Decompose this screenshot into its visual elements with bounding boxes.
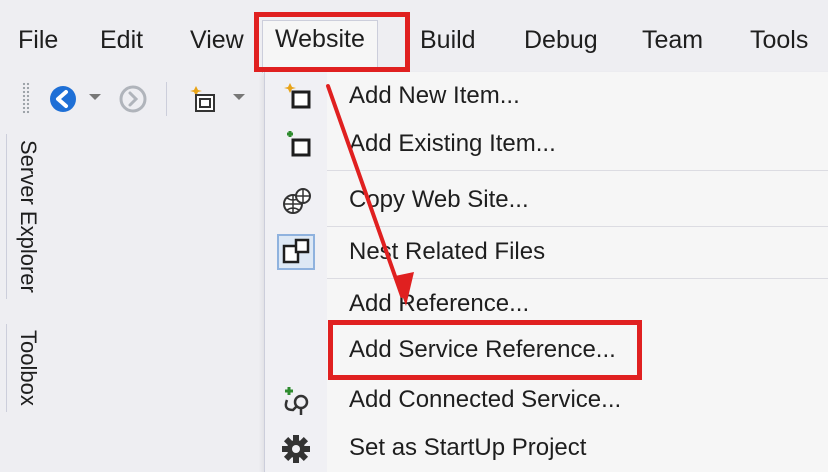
menu-separator [327,278,828,279]
menu-item-nest-related-files[interactable]: Nest Related Files [265,228,828,276]
new-item-icon[interactable] [186,82,220,116]
menu-build[interactable]: Build [420,22,476,58]
menu-item-label: Add Existing Item... [349,130,556,157]
side-tool-tabs: Server Explorer Toolbox [0,124,50,469]
menu-tools[interactable]: Tools [750,22,808,58]
menu-view[interactable]: View [190,22,244,58]
dropdown-arrow-icon[interactable] [232,90,246,104]
menu-item-label: Add New Item... [349,82,520,109]
menu-website[interactable]: Website [262,20,378,73]
toolbar [0,76,262,120]
menu-item-copy-web-site[interactable]: Copy Web Site... [265,176,828,224]
menu-item-set-as-startup-project[interactable]: Set as StartUp Project [265,424,828,472]
menu-item-add-new-item[interactable]: Add New Item... [265,72,828,120]
menu-file[interactable]: File [18,22,58,58]
menu-item-label: Copy Web Site... [349,186,529,213]
website-dropdown-menu: Add New Item... Add Existing Item... Cop… [264,72,828,472]
menu-bar: File Edit View Website Build Debug Team … [0,0,828,76]
toolbar-separator [166,82,167,116]
menu-item-label: Add Connected Service... [349,386,622,413]
menu-item-label: Add Service Reference... [349,336,616,363]
copy-web-site-icon [283,188,311,214]
nest-related-files-icon [277,234,315,270]
dropdown-arrow-icon[interactable] [88,90,102,104]
menu-item-add-connected-service[interactable]: Add Connected Service... [265,376,828,424]
menu-item-label: Set as StartUp Project [349,434,587,461]
add-new-item-icon [284,83,311,109]
menu-separator [327,226,828,227]
menu-team[interactable]: Team [642,22,703,58]
menu-item-add-service-reference[interactable]: Add Service Reference... [265,326,828,374]
back-icon[interactable] [48,84,78,114]
menu-edit[interactable]: Edit [100,22,143,58]
menu-item-add-reference[interactable]: Add Reference... [265,280,828,328]
gear-icon [282,435,310,463]
menu-item-label: Nest Related Files [349,238,546,265]
tab-toolbox[interactable]: Toolbox [6,324,49,412]
menu-debug[interactable]: Debug [524,22,598,58]
menu-separator [327,170,828,171]
menu-item-label: Add Reference... [349,290,530,317]
add-existing-item-icon [287,131,311,157]
forward-icon[interactable] [118,84,148,114]
connected-service-icon [284,387,309,415]
toolbar-grip[interactable] [22,82,30,114]
tab-server-explorer[interactable]: Server Explorer [6,134,49,299]
menu-item-add-existing-item[interactable]: Add Existing Item... [265,120,828,168]
